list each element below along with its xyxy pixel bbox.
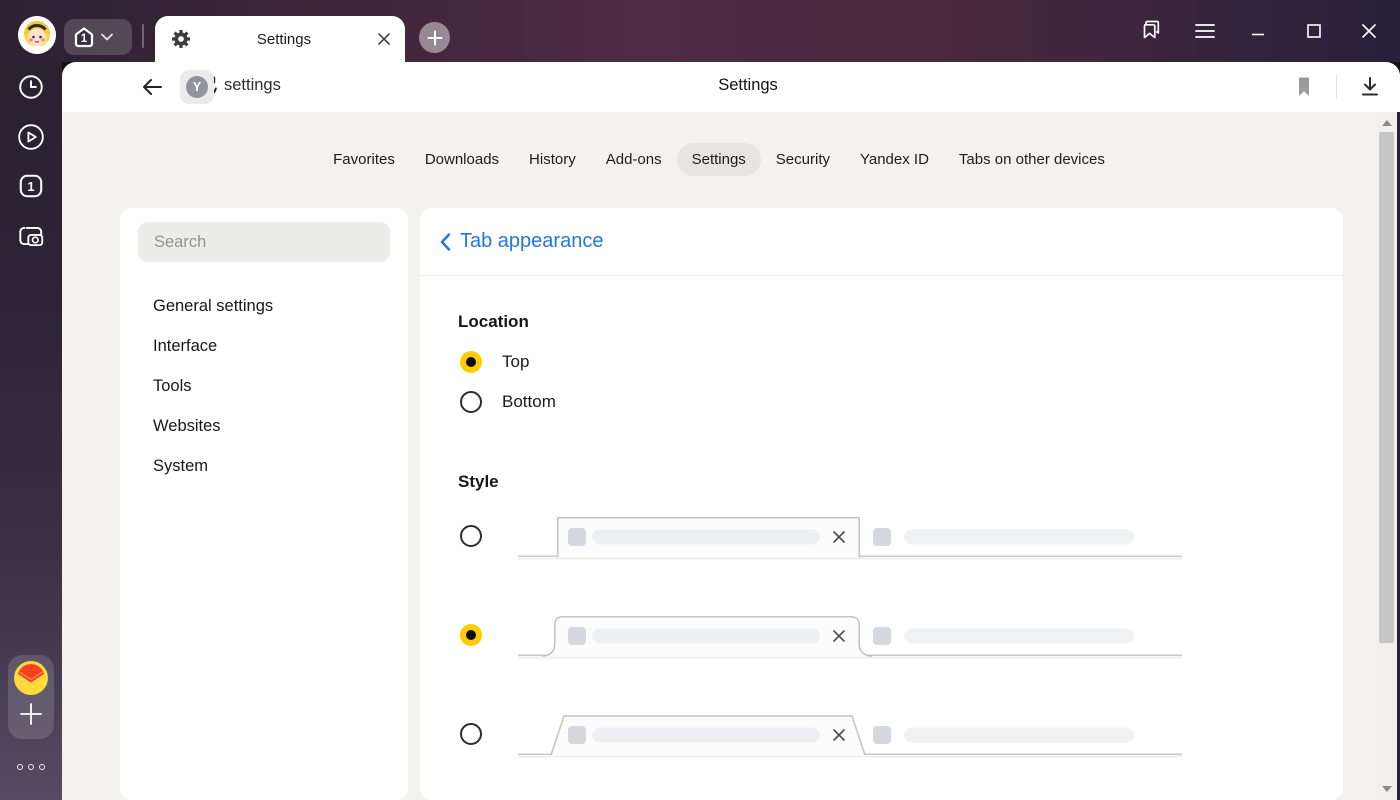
nav-downloads[interactable]: Downloads: [410, 143, 514, 176]
add-app-icon[interactable]: [18, 701, 44, 727]
sidebar-item-websites[interactable]: Websites: [120, 406, 408, 446]
plus-icon: [427, 30, 442, 45]
radio-bottom-label: Bottom: [502, 392, 556, 411]
rail-more-icon[interactable]: [17, 764, 45, 770]
gear-icon: [172, 30, 190, 48]
nav-security[interactable]: Security: [761, 143, 845, 176]
screenshot-icon[interactable]: [16, 221, 46, 251]
chevron-left-icon: [440, 232, 451, 251]
address-text[interactable]: settings: [224, 76, 281, 95]
minimize-icon[interactable]: [1241, 0, 1275, 62]
radio-top[interactable]: [460, 351, 482, 373]
location-heading: Location: [458, 312, 529, 331]
nav-yandex-id[interactable]: Yandex ID: [845, 143, 944, 176]
user-avatar[interactable]: [18, 16, 56, 54]
location-option-top[interactable]: Top: [460, 351, 529, 373]
location-option-bottom[interactable]: Bottom: [460, 391, 556, 413]
rail-apps-group: [8, 655, 54, 739]
tab-close-icon[interactable]: [377, 32, 391, 46]
settings-sidebar: General settings Interface Tools Website…: [120, 208, 408, 800]
maximize-icon[interactable]: [1297, 0, 1331, 62]
tab-style-preview-square[interactable]: [518, 512, 1182, 562]
scrollbar-thumb[interactable]: [1379, 132, 1394, 643]
left-rail: 1: [0, 0, 62, 800]
radio-top-label: Top: [502, 352, 530, 371]
download-icon[interactable]: [1356, 74, 1384, 100]
tab-counter-shield: 1: [74, 27, 94, 48]
rail-tab-count: 1: [27, 179, 34, 194]
active-tab[interactable]: Settings: [155, 16, 405, 62]
titlebar-divider: [142, 24, 144, 48]
nav-settings[interactable]: Settings: [676, 142, 761, 176]
yandex-y-icon[interactable]: Y: [180, 70, 214, 104]
titlebar: 1 Settings: [0, 0, 1400, 62]
close-icon[interactable]: [1352, 0, 1386, 62]
tab-style-preview-rounded[interactable]: [518, 611, 1182, 661]
back-to-settings-link[interactable]: Tab appearance: [440, 230, 603, 253]
nav-history[interactable]: History: [514, 143, 591, 176]
tabs-count-icon[interactable]: 1: [16, 171, 46, 201]
toolbar: Y settings Settings: [62, 62, 1400, 112]
play-icon[interactable]: [16, 122, 46, 152]
collections-icon[interactable]: [1134, 0, 1168, 62]
panel-title: Tab appearance: [460, 230, 604, 252]
sidebar-item-interface[interactable]: Interface: [120, 326, 408, 366]
history-clock-icon[interactable]: [16, 72, 46, 102]
style-heading: Style: [458, 472, 499, 491]
yandex-mail-icon[interactable]: [14, 661, 48, 695]
radio-style-slanted[interactable]: [460, 723, 482, 745]
sidebar-item-general-settings[interactable]: General settings: [120, 286, 408, 326]
sidebar-item-system[interactable]: System: [120, 446, 408, 486]
new-tab-button[interactable]: [419, 22, 450, 53]
chevron-down-icon: [101, 33, 113, 41]
nav-favorites[interactable]: Favorites: [318, 143, 410, 176]
tab-appearance-panel: Tab appearance Location Top Bottom Style: [420, 208, 1343, 800]
scroll-up-icon[interactable]: [1381, 120, 1392, 126]
back-icon[interactable]: [138, 74, 166, 100]
scrollbar[interactable]: [1376, 112, 1397, 800]
page-title: Settings: [718, 76, 778, 94]
search-input[interactable]: [138, 222, 390, 262]
bookmark-icon[interactable]: [1290, 74, 1318, 100]
sidebar-item-tools[interactable]: Tools: [120, 366, 408, 406]
tab-title: Settings: [256, 30, 312, 48]
tab-style-preview-slanted[interactable]: [518, 710, 1182, 760]
tab-counter-button[interactable]: 1: [64, 19, 132, 55]
radio-style-square[interactable]: [460, 525, 482, 547]
nav-add-ons[interactable]: Add-ons: [591, 143, 677, 176]
toolbar-divider: [1336, 75, 1337, 99]
settings-nav: Favorites Downloads History Add-ons Sett…: [62, 140, 1376, 178]
browser-window: 1 1 Settings Y settings Settings Favorit…: [0, 0, 1400, 800]
radio-bottom[interactable]: [460, 391, 482, 413]
menu-icon[interactable]: [1188, 0, 1222, 62]
scroll-down-icon[interactable]: [1381, 786, 1392, 792]
tab-counter-value: 1: [81, 33, 88, 45]
nav-tabs-other-devices[interactable]: Tabs on other devices: [944, 143, 1120, 176]
settings-page: Favorites Downloads History Add-ons Sett…: [62, 112, 1376, 800]
radio-style-rounded[interactable]: [460, 624, 482, 646]
panel-header: Tab appearance: [420, 208, 1343, 276]
